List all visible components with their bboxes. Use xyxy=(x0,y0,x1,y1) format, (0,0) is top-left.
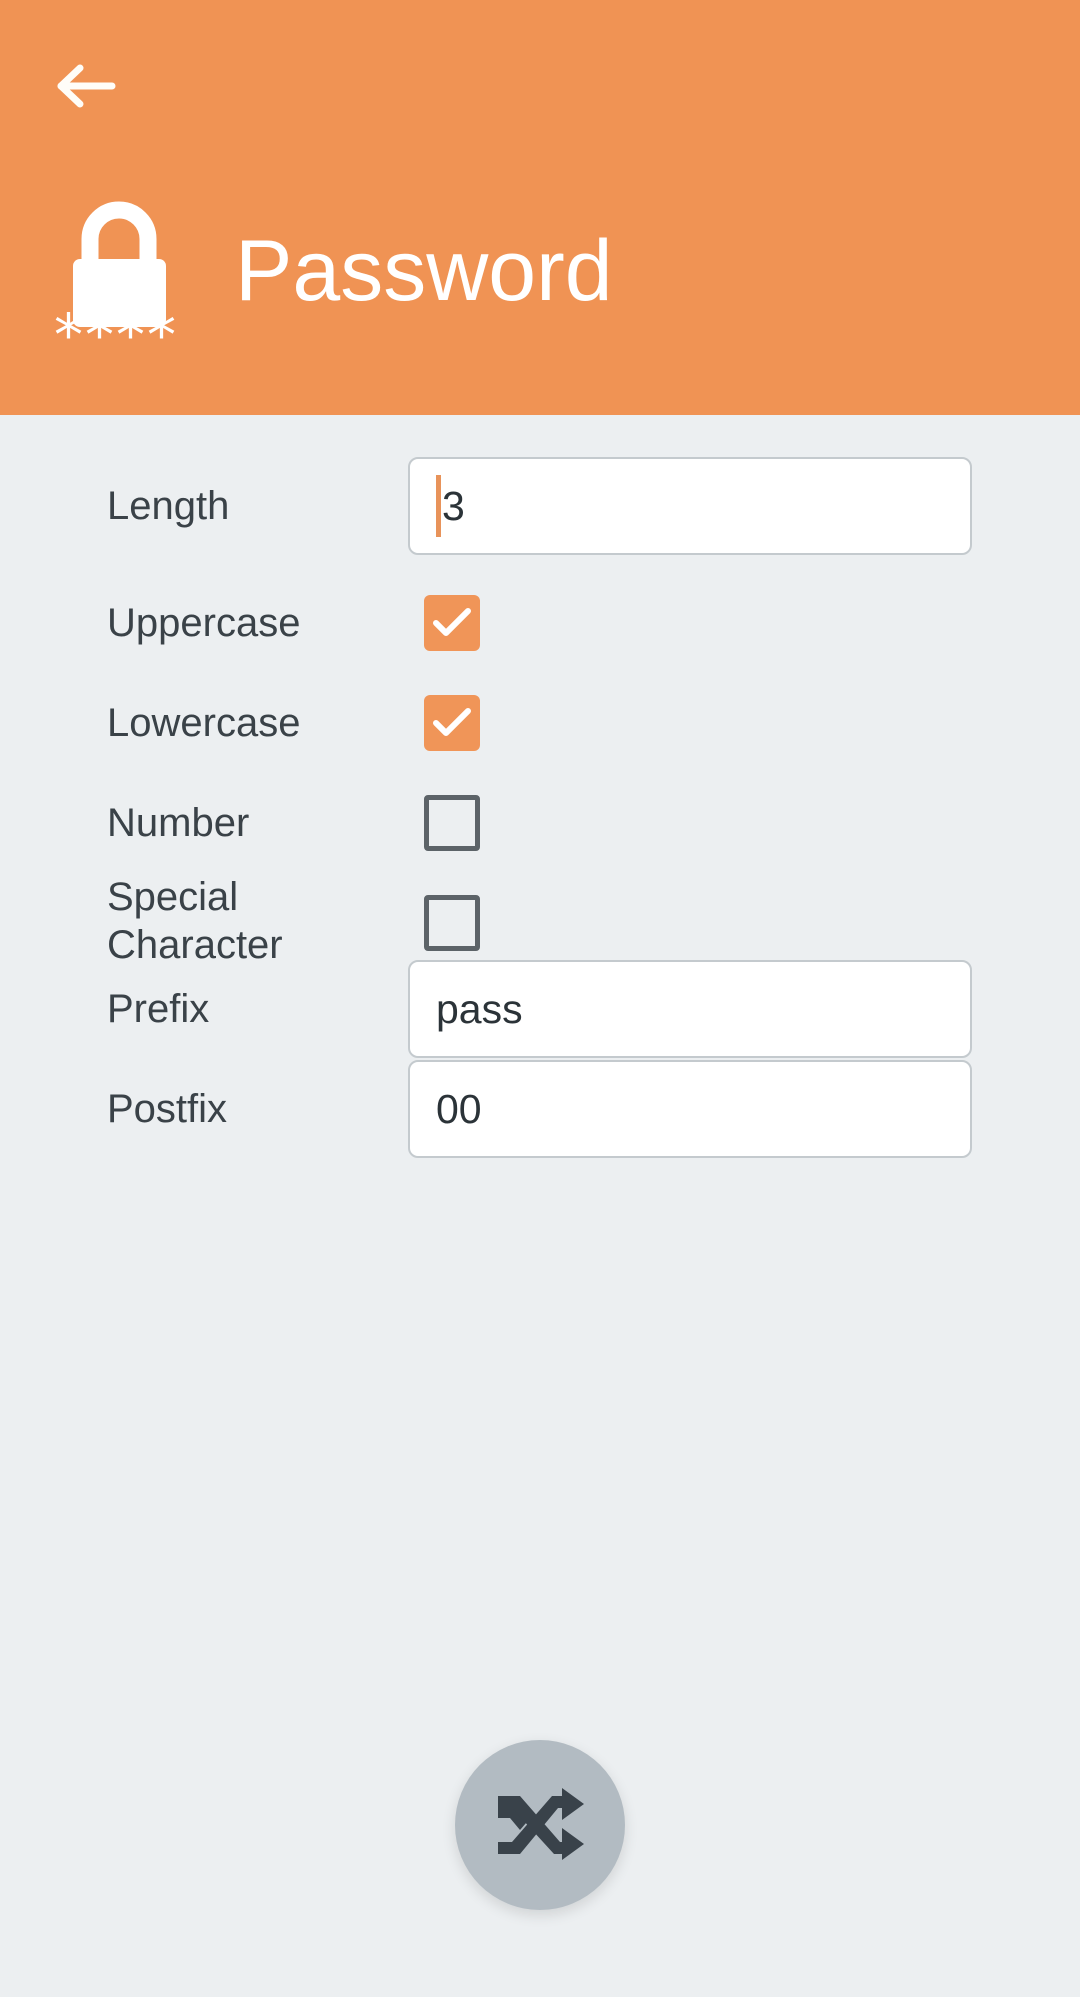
back-button[interactable] xyxy=(42,48,128,124)
label-prefix: Prefix xyxy=(107,987,210,1031)
row-prefix: Prefix pass xyxy=(0,960,1080,1058)
check-icon xyxy=(432,607,472,639)
generate-password-fab[interactable] xyxy=(455,1740,625,1910)
label-uppercase: Uppercase xyxy=(107,601,301,645)
text-caret xyxy=(436,475,441,537)
arrow-left-icon xyxy=(54,61,116,111)
label-number: Number xyxy=(107,801,250,845)
page-title: Password xyxy=(235,223,613,319)
prefix-input[interactable]: pass xyxy=(408,960,972,1058)
row-special-character: Special Character xyxy=(0,875,1080,967)
checkbox-uppercase[interactable] xyxy=(424,595,480,651)
label-lowercase: Lowercase xyxy=(107,701,301,745)
label-special-character: Special Character xyxy=(107,875,283,967)
row-postfix: Postfix 00 xyxy=(0,1060,1080,1158)
length-input[interactable]: 3 xyxy=(408,457,972,555)
app-header: **** Password xyxy=(0,0,1080,415)
row-number: Number xyxy=(0,795,1080,851)
prefix-input-value: pass xyxy=(436,985,523,1032)
postfix-input-value: 00 xyxy=(436,1085,482,1132)
svg-text:****: **** xyxy=(54,301,178,360)
padlock-asterisks-icon: **** xyxy=(52,195,187,360)
checkbox-number[interactable] xyxy=(424,795,480,851)
shuffle-icon xyxy=(494,1786,586,1864)
header-title-row: **** Password xyxy=(52,195,613,360)
length-input-value: 3 xyxy=(442,482,465,529)
row-uppercase: Uppercase xyxy=(0,595,1080,651)
checkbox-special-character[interactable] xyxy=(424,895,480,951)
label-postfix: Postfix xyxy=(107,1087,228,1131)
label-length: Length xyxy=(107,484,230,528)
check-icon xyxy=(432,707,472,739)
postfix-input[interactable]: 00 xyxy=(408,1060,972,1158)
row-lowercase: Lowercase xyxy=(0,695,1080,751)
checkbox-lowercase[interactable] xyxy=(424,695,480,751)
row-length: Length 3 xyxy=(0,457,1080,555)
